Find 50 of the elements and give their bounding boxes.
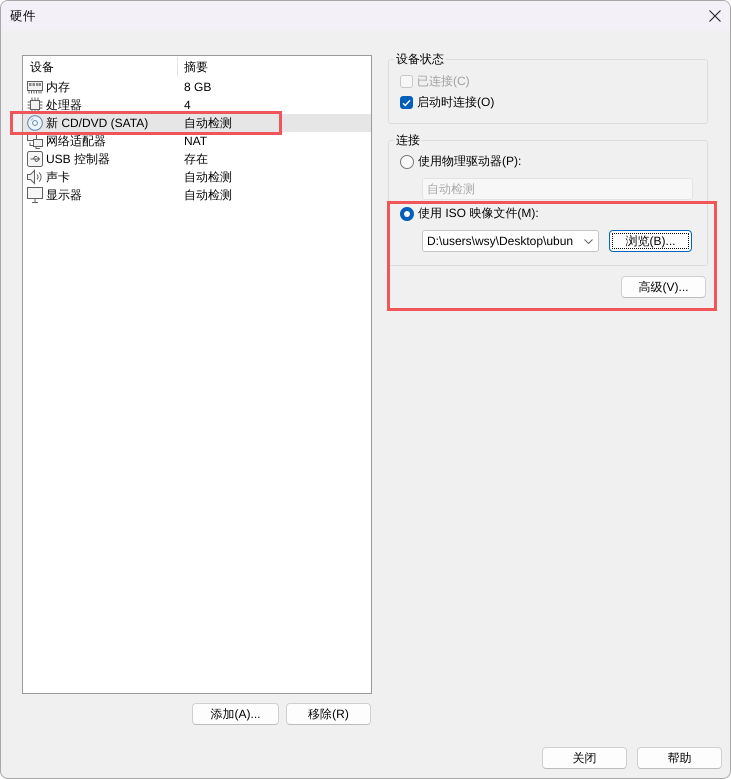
device-name: 声卡: [46, 170, 70, 184]
window-title: 硬件: [10, 8, 36, 24]
chevron-down-icon: [584, 238, 593, 244]
device-name: USB 控制器: [46, 152, 110, 166]
advanced-button[interactable]: 高级(V)...: [621, 276, 706, 298]
speaker-icon: [27, 169, 43, 185]
radio-button[interactable]: [400, 154, 414, 168]
usb-icon: [27, 151, 43, 167]
radio-button[interactable]: [400, 206, 414, 220]
close-dialog-button[interactable]: 关闭: [542, 747, 627, 769]
group-title: 设备状态: [395, 52, 445, 67]
device-summary: 自动检测: [183, 169, 233, 186]
checkbox-label: 已连接(C): [417, 73, 470, 90]
device-row[interactable]: 内存 8 GB: [23, 78, 371, 96]
memory-module-icon: [27, 79, 43, 95]
device-summary: 4: [183, 97, 192, 114]
column-header[interactable]: 摘要: [178, 57, 371, 77]
device-row[interactable]: USB 控制器 存在: [23, 150, 371, 168]
browse-button[interactable]: 浏览(B)...: [609, 230, 692, 252]
device-name: 处理器: [46, 98, 82, 112]
network-computers-icon: [27, 133, 43, 149]
device-summary: 存在: [183, 151, 209, 168]
device-row[interactable]: 显示器 自动检测: [23, 186, 371, 204]
device-row[interactable]: 新 CD/DVD (SATA) 自动检测: [23, 114, 371, 132]
device-name: 新 CD/DVD (SATA): [46, 116, 148, 130]
group-title: 连接: [395, 133, 421, 148]
file-path-combobox[interactable]: D:\users\wsy\Desktop\ubun: [422, 230, 599, 252]
device-summary: 8 GB: [183, 79, 212, 96]
checkmark-icon: [402, 98, 411, 106]
device-row[interactable]: 处理器 4: [23, 96, 371, 114]
close-icon: [709, 10, 721, 22]
device-summary: 自动检测: [183, 187, 233, 204]
checkbox[interactable]: [400, 96, 413, 109]
device-name: 显示器: [46, 188, 82, 202]
device-name: 内存: [46, 80, 70, 94]
radio-label: 使用 ISO 映像文件(M):: [418, 205, 539, 222]
device-summary: NAT: [183, 133, 208, 150]
device-summary: 自动检测: [183, 115, 233, 132]
device-row[interactable]: 声卡 自动检测: [23, 168, 371, 186]
disc-icon: [27, 115, 43, 131]
monitor-icon: [27, 187, 43, 203]
help-button[interactable]: 帮助: [637, 747, 722, 769]
chip-icon: [27, 97, 43, 113]
column-header[interactable]: 设备: [23, 57, 178, 77]
device-row[interactable]: 网络适配器 NAT: [23, 132, 371, 150]
radio-label: 使用物理驱动器(P):: [418, 153, 522, 170]
add-button[interactable]: 添加(A)...: [192, 703, 279, 725]
checkbox-label: 启动时连接(O): [417, 94, 494, 111]
device-name: 网络适配器: [46, 134, 106, 148]
remove-button[interactable]: 移除(R): [286, 703, 371, 725]
